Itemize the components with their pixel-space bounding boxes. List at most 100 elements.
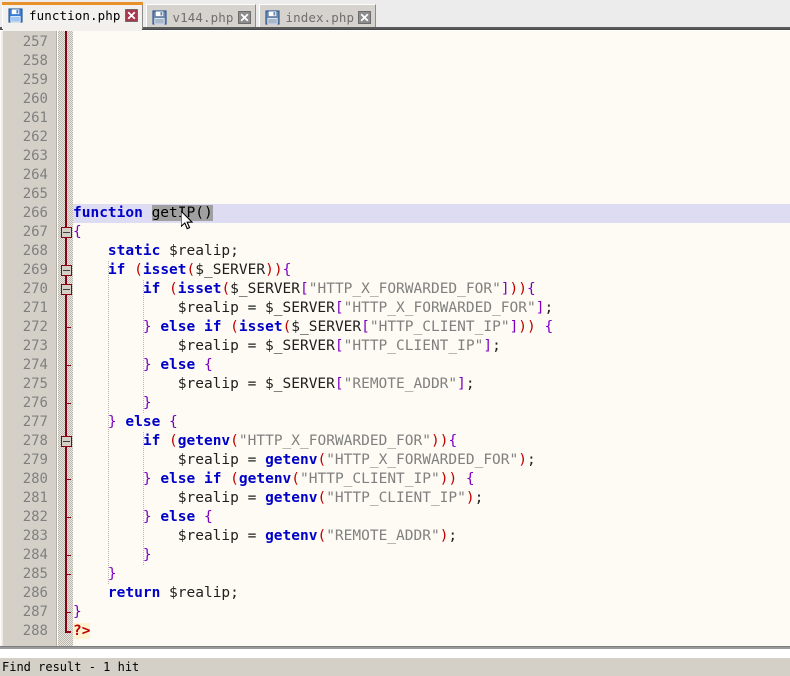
close-x-icon[interactable] <box>124 9 138 22</box>
code-line[interactable]: } else { <box>73 508 790 527</box>
code-token: isset <box>142 262 187 278</box>
code-token: if <box>203 319 222 335</box>
line-number: 282 <box>22 509 48 525</box>
code-line[interactable]: if (isset($_SERVER["HTTP_X_FORWARDED_FOR… <box>73 280 790 299</box>
code-line[interactable]: $realip = $_SERVER["HTTP_CLIENT_IP"]; <box>73 337 790 356</box>
code-token: $realip <box>160 243 231 259</box>
code-token: ( <box>317 490 327 506</box>
code-line[interactable]: if (isset($_SERVER)){ <box>73 261 790 280</box>
code-line[interactable]: { <box>73 223 790 242</box>
code-line[interactable]: } else if (getenv("HTTP_CLIENT_IP")) { <box>73 470 790 489</box>
fold-indicator-line <box>65 31 67 633</box>
fold-branch-tick <box>66 517 71 518</box>
code-token: else <box>160 319 196 335</box>
fold-collapse-box[interactable] <box>61 284 72 295</box>
code-token: ; <box>230 585 239 601</box>
line-number: 262 <box>22 129 48 145</box>
code-token: } <box>142 471 152 487</box>
code-token: )) <box>439 471 458 487</box>
tab-bar: function.php v144.php index.php <box>0 0 790 31</box>
code-token: ( <box>230 433 239 449</box>
code-text-layer[interactable]: function getIP(){ static $realip; if (is… <box>73 31 790 646</box>
code-token: return <box>107 585 161 601</box>
code-token: $realip = <box>73 528 266 544</box>
code-token: } <box>142 509 152 525</box>
code-line[interactable]: static $realip; <box>73 242 790 261</box>
status-message: Find result - 1 hit <box>2 660 140 674</box>
code-token: ) <box>465 490 475 506</box>
line-number: 284 <box>22 547 48 563</box>
code-line[interactable]: } else if (isset($_SERVER["HTTP_CLIENT_I… <box>73 318 790 337</box>
fold-collapse-box[interactable] <box>61 436 72 447</box>
code-line[interactable] <box>73 109 790 128</box>
close-x-icon[interactable] <box>358 10 372 24</box>
code-line[interactable]: } <box>73 546 790 565</box>
code-token: ( <box>317 528 327 544</box>
code-line[interactable]: ?> <box>73 622 790 641</box>
code-token: "HTTP_X_FORWARDED_FOR" <box>238 433 431 449</box>
code-line[interactable]: if (getenv("HTTP_X_FORWARDED_FOR")){ <box>73 432 790 451</box>
close-x-icon[interactable] <box>237 10 251 24</box>
code-line[interactable]: } <box>73 394 790 413</box>
fold-collapse-box[interactable] <box>61 227 72 238</box>
code-token: function <box>73 205 143 221</box>
code-token: else <box>160 357 196 373</box>
code-line[interactable]: $realip = getenv("REMOTE_ADDR"); <box>73 527 790 546</box>
line-number: 259 <box>22 72 48 88</box>
indent-guide <box>142 432 144 565</box>
code-line[interactable]: $realip = getenv("HTTP_CLIENT_IP"); <box>73 489 790 508</box>
code-line[interactable]: function getIP() <box>73 204 790 223</box>
tab-index-php[interactable]: index.php <box>258 4 377 29</box>
code-line[interactable]: } <box>73 603 790 622</box>
code-line[interactable] <box>73 147 790 166</box>
code-line[interactable]: } else { <box>73 356 790 375</box>
code-line[interactable] <box>73 71 790 90</box>
code-line[interactable]: $realip = $_SERVER["HTTP_X_FORWARDED_FOR… <box>73 299 790 318</box>
code-token: )) <box>265 262 283 278</box>
code-line[interactable] <box>73 185 790 204</box>
code-token: $realip <box>160 585 231 601</box>
code-token: getenv <box>265 452 318 468</box>
code-token: () <box>195 205 213 221</box>
code-token: ( <box>282 319 292 335</box>
code-line[interactable] <box>73 52 790 71</box>
code-token: )) <box>518 319 536 335</box>
save-floppy-icon <box>265 9 280 25</box>
line-number: 287 <box>22 604 48 620</box>
code-line[interactable]: } <box>73 565 790 584</box>
tab-label: function.php <box>29 8 121 23</box>
code-token: ( <box>230 319 239 335</box>
line-number: 274 <box>22 357 48 373</box>
fold-branch-tick <box>66 327 71 328</box>
code-line[interactable]: $realip = getenv("HTTP_X_FORWARDED_FOR")… <box>73 451 790 470</box>
code-line[interactable] <box>73 33 790 52</box>
fold-collapse-box[interactable] <box>61 265 72 276</box>
code-editor-area[interactable]: 257 258 259 260 261 262 263 264 265 266 267 268 269 2… <box>0 31 790 646</box>
code-token: getenv <box>177 433 231 449</box>
code-line[interactable] <box>73 90 790 109</box>
status-bar: Find result - 1 hit <box>0 657 790 676</box>
fold-branch-tick <box>66 612 71 613</box>
code-token: ( <box>230 471 239 487</box>
code-line[interactable] <box>73 128 790 147</box>
code-token: [ <box>334 376 344 392</box>
tab-function-php[interactable]: function.php <box>2 2 143 31</box>
code-token: ] <box>457 376 466 392</box>
code-line[interactable] <box>73 166 790 185</box>
tab-v144-php[interactable]: v144.php <box>145 4 256 29</box>
code-line[interactable]: return $realip; <box>73 584 790 603</box>
line-number: 285 <box>22 566 48 582</box>
fold-branch-tick <box>66 574 71 575</box>
code-line[interactable]: } else { <box>73 413 790 432</box>
code-token: ; <box>474 490 484 506</box>
tab-label: index.php <box>285 9 355 25</box>
code-line[interactable]: $realip = $_SERVER["REMOTE_ADDR"]; <box>73 375 790 394</box>
